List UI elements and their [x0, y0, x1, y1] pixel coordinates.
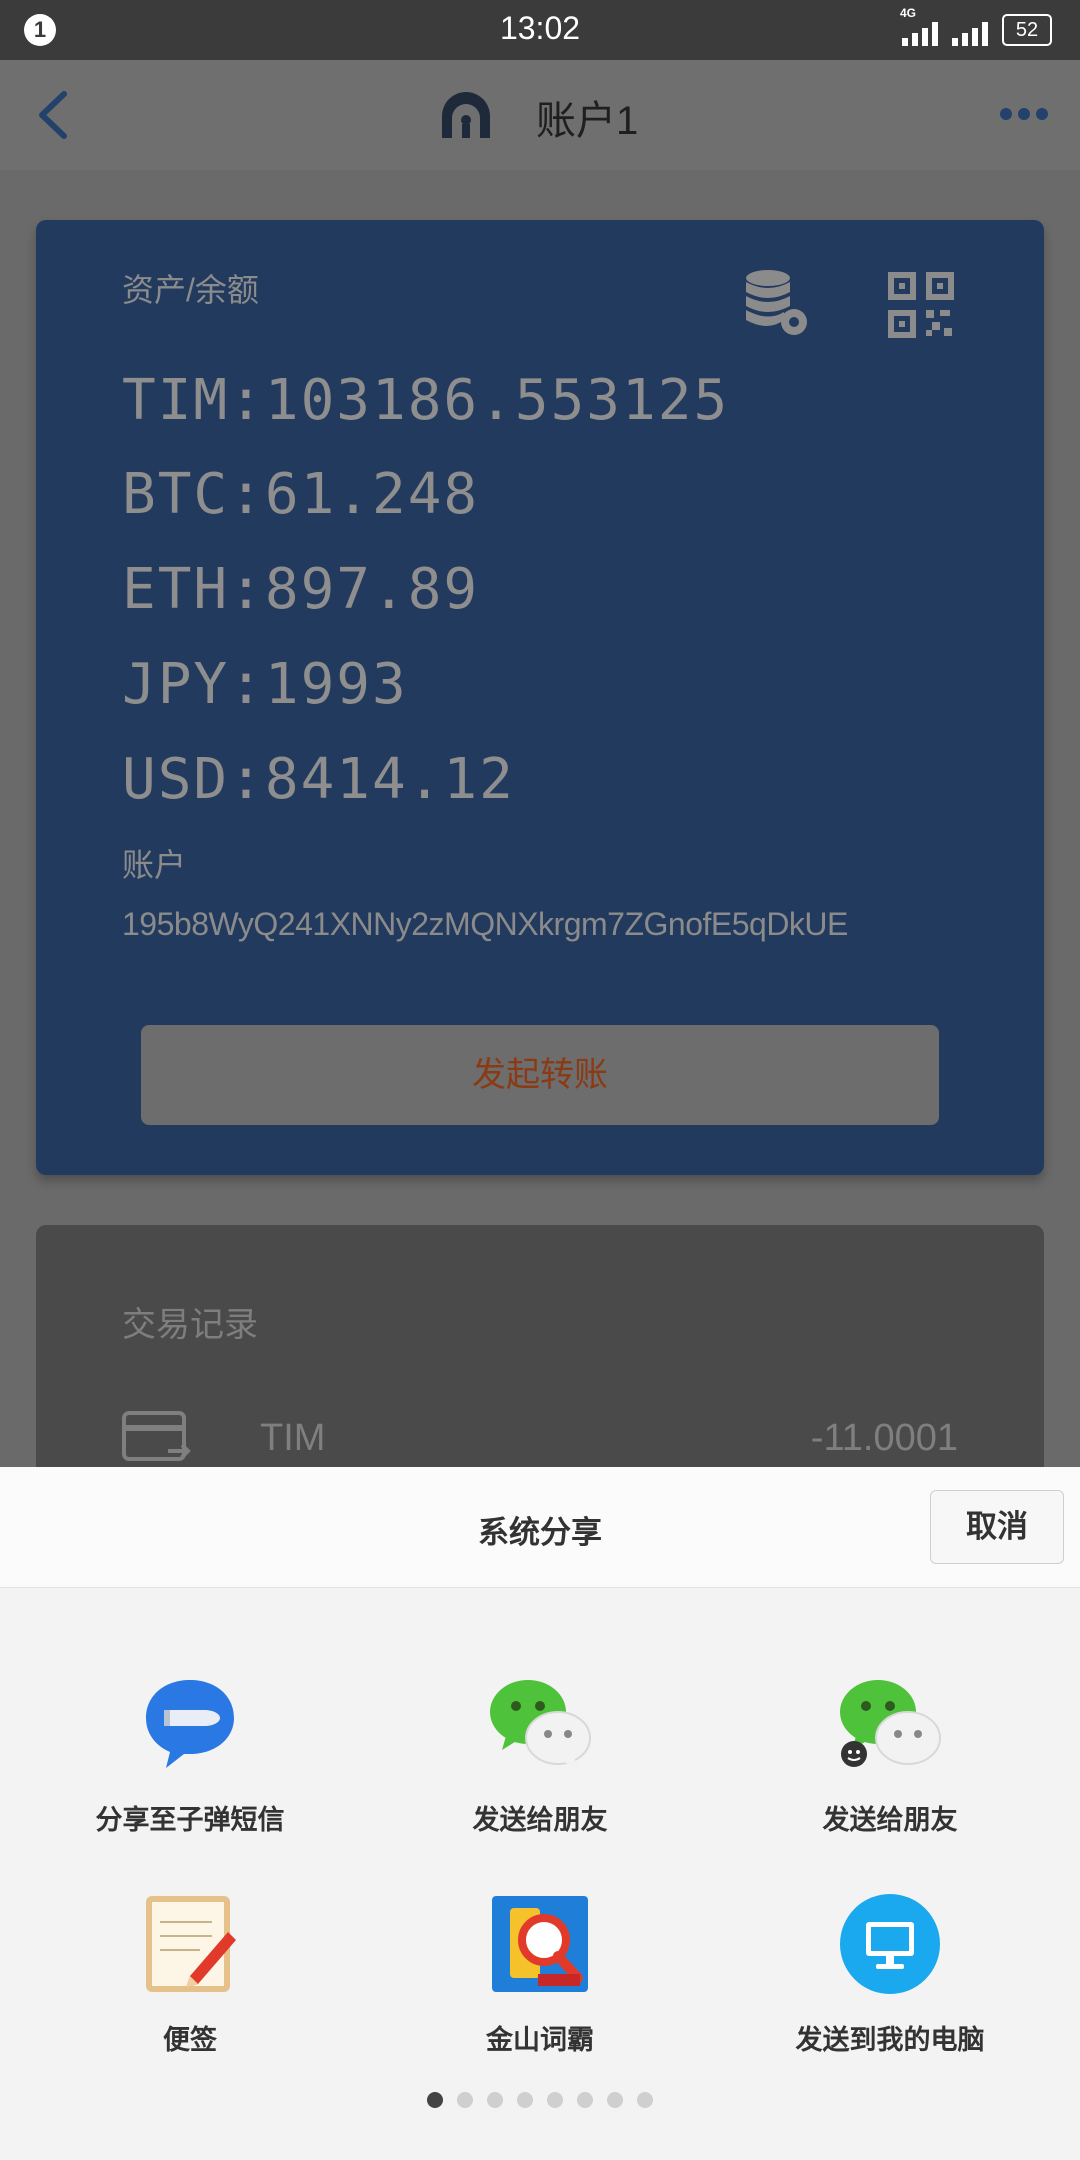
share-item-label: 金山词霸 [486, 2025, 594, 2055]
transaction-amount: -11.0001 [810, 1417, 958, 1459]
notepad-icon [138, 1892, 242, 1996]
transfer-button[interactable]: 发起转账 [141, 1025, 939, 1125]
battery-icon: 52 [1002, 14, 1052, 46]
page-dot[interactable] [457, 2092, 473, 2108]
share-item-send-to-computer[interactable]: 发送到我的电脑 [710, 1892, 1070, 2057]
cancel-button[interactable]: 取消 [930, 1490, 1064, 1564]
page-dot[interactable] [577, 2092, 593, 2108]
card-transfer-icon [122, 1411, 191, 1461]
page-dot[interactable] [547, 2092, 563, 2108]
share-sheet: 系统分享 取消 分享至子弹短信 发送给朋友 发送给朋友 便签 金山词霸 发送到我… [0, 1467, 1080, 2160]
page-dot[interactable] [607, 2092, 623, 2108]
asset-balance-jpy: JPY:1993 [122, 652, 408, 717]
asset-balance-usd: USD:8414.12 [122, 747, 515, 812]
signal-4g-icon: 4G [900, 6, 938, 46]
status-icons: 4G 52 [900, 6, 1052, 46]
balance-label: 资产/余额 [122, 272, 259, 308]
page-indicator[interactable] [0, 2092, 1080, 2108]
share-item-bullet-messenger[interactable]: 分享至子弹短信 [10, 1672, 370, 1837]
share-item-label: 发送给朋友 [822, 1805, 958, 1835]
page-dot[interactable] [637, 2092, 653, 2108]
app-bar: 账户1 [0, 60, 1080, 170]
computer-icon [838, 1892, 942, 1996]
transactions-title: 交易记录 [122, 1306, 258, 1344]
wechat-icon [488, 1672, 592, 1776]
app-logo-icon [442, 92, 490, 138]
page-dot[interactable] [427, 2092, 443, 2108]
asset-balance-eth: ETH:897.89 [122, 557, 480, 622]
transactions-card: 交易记录 TIM -11.0001 [36, 1225, 1044, 1505]
account-id: 195b8WyQ241XNNy2zMQNXkrgm7ZGnofE5qDkUE [122, 906, 848, 942]
asset-balance-tim: TIM:103186.553125 [122, 368, 730, 433]
share-sheet-header: 系统分享 取消 [0, 1467, 1080, 1588]
signal-sim2-icon [952, 20, 988, 46]
database-settings-icon[interactable] [744, 268, 812, 340]
wechat-work-icon [838, 1672, 942, 1776]
transaction-name[interactable]: TIM [260, 1417, 325, 1460]
share-item-kingsoft-dictionary[interactable]: 金山词霸 [360, 1892, 720, 2057]
share-item-wechat-work[interactable]: 发送给朋友 [710, 1672, 1070, 1837]
more-options-icon[interactable] [1000, 108, 1048, 120]
share-item-label: 发送给朋友 [472, 1805, 608, 1835]
share-item-wechat-friend[interactable]: 发送给朋友 [360, 1672, 720, 1837]
share-item-notepad[interactable]: 便签 [10, 1892, 370, 2057]
page-dot[interactable] [487, 2092, 503, 2108]
back-arrow-icon[interactable] [30, 88, 80, 142]
asset-balance-btc: BTC:61.248 [122, 462, 480, 527]
page-dot[interactable] [517, 2092, 533, 2108]
share-item-label: 发送到我的电脑 [795, 2025, 985, 2055]
share-sheet-title: 系统分享 [478, 1515, 602, 1550]
share-item-label: 便签 [163, 2025, 217, 2055]
share-item-label: 分享至子弹短信 [95, 1805, 285, 1835]
page-title: 账户1 [536, 99, 639, 143]
qr-code-icon[interactable] [888, 272, 954, 338]
bullet-messenger-icon [138, 1672, 242, 1776]
kingsoft-dictionary-icon [488, 1892, 592, 1996]
account-label: 账户 [122, 847, 187, 883]
status-bar: 1 13:02 4G 52 [0, 0, 1080, 60]
account-card: 资产/余额 TIM:103186.553125 BTC:61.248 ETH:8… [36, 220, 1044, 1175]
